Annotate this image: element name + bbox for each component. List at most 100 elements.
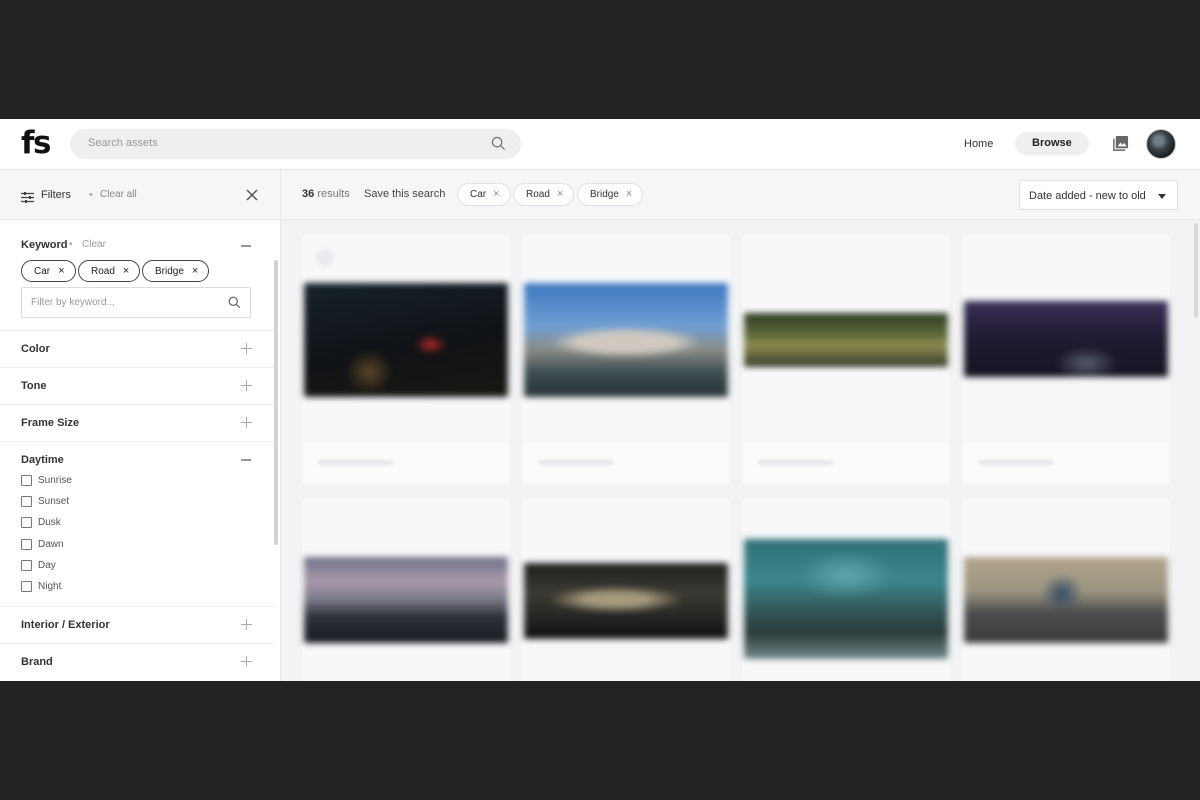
results-grid <box>281 221 1194 681</box>
checkbox-label[interactable]: Dusk <box>38 517 61 528</box>
asset-card[interactable] <box>962 499 1170 681</box>
checkbox-night[interactable] <box>21 581 32 592</box>
checkbox-dawn[interactable] <box>21 539 32 550</box>
asset-card[interactable] <box>742 499 950 681</box>
asset-thumbnail <box>304 283 508 397</box>
asset-meta <box>744 443 948 481</box>
sort-dropdown[interactable]: Date added - new to old <box>1019 180 1178 210</box>
asset-card[interactable] <box>522 235 730 485</box>
section-label: Interior / Exterior <box>21 619 110 631</box>
separator-dot: • <box>69 239 73 250</box>
section-label: Daytime <box>21 454 64 466</box>
asset-thumbnail <box>304 557 508 643</box>
top-bar: fs Search assets Home Browse <box>0 119 1200 170</box>
asset-caption <box>538 460 613 465</box>
chip-label: Road <box>91 266 115 277</box>
filter-section-tone[interactable]: Tone <box>0 367 274 404</box>
active-filter-chip[interactable]: Bridge × <box>577 183 644 206</box>
expand-icon[interactable] <box>241 619 252 630</box>
keyword-filter-placeholder: Filter by keyword... <box>31 297 115 308</box>
keyword-chip[interactable]: Bridge × <box>142 260 210 282</box>
close-icon[interactable] <box>246 188 258 206</box>
image-library-icon[interactable] <box>1112 135 1129 157</box>
search-placeholder: Search assets <box>88 137 158 149</box>
keyword-clear-button[interactable]: Clear <box>82 239 106 250</box>
filter-section-daytime: Daytime Sunrise Sunset Dusk Dawn Day Nig… <box>0 441 274 606</box>
clear-all-button[interactable]: Clear all <box>100 189 137 200</box>
app-window: fs Search assets Home Browse Filters • C… <box>0 119 1200 681</box>
filter-section-color[interactable]: Color <box>0 330 274 367</box>
checkbox-sunset[interactable] <box>21 496 32 507</box>
sort-value: Date added - new to old <box>1029 190 1146 202</box>
logo[interactable]: fs <box>21 125 51 161</box>
asset-meta <box>964 443 1168 481</box>
section-label: Color <box>21 343 50 355</box>
expand-icon[interactable] <box>241 343 252 354</box>
nav-home[interactable]: Home <box>955 133 1002 155</box>
keyword-chip[interactable]: Car × <box>21 260 76 282</box>
chip-label: Bridge <box>590 189 619 200</box>
checkbox-label[interactable]: Day <box>38 560 56 571</box>
checkbox-dusk[interactable] <box>21 517 32 528</box>
remove-chip-icon[interactable]: × <box>557 188 563 200</box>
checkbox-label[interactable]: Sunrise <box>38 475 72 486</box>
checkbox-label[interactable]: Sunset <box>38 496 69 507</box>
collapse-keyword-icon[interactable] <box>241 245 251 247</box>
remove-chip-icon[interactable]: × <box>123 265 129 277</box>
search-bar[interactable]: Search assets <box>70 129 521 159</box>
asset-thumbnail <box>964 301 1168 377</box>
keyword-title: Keyword <box>21 239 68 251</box>
results-number: 36 <box>302 188 315 200</box>
remove-chip-icon[interactable]: × <box>626 188 632 200</box>
remove-chip-icon[interactable]: × <box>58 265 64 277</box>
search-icon <box>228 296 241 314</box>
asset-card[interactable] <box>522 499 730 681</box>
keyword-filter-input[interactable]: Filter by keyword... <box>21 287 251 318</box>
asset-card[interactable] <box>302 499 510 681</box>
asset-caption <box>758 460 833 465</box>
asset-card[interactable] <box>302 235 510 485</box>
section-label: Tone <box>21 380 47 392</box>
asset-meta <box>304 443 508 481</box>
search-icon[interactable] <box>491 136 506 156</box>
checkbox-day[interactable] <box>21 560 32 571</box>
active-filter-chip[interactable]: Road × <box>513 183 575 206</box>
avatar[interactable] <box>1146 129 1176 159</box>
remove-chip-icon[interactable]: × <box>192 265 198 277</box>
asset-caption <box>318 460 393 465</box>
expand-icon[interactable] <box>241 380 252 391</box>
asset-thumbnail <box>964 557 1168 643</box>
section-label: Frame Size <box>21 417 80 429</box>
asset-meta <box>524 443 728 481</box>
save-search-button[interactable]: Save this search <box>364 188 445 200</box>
asset-thumbnail <box>744 313 948 367</box>
checkbox-label[interactable]: Dawn <box>38 539 64 550</box>
filters-sidebar: Filters • Clear all Keyword • Clear Car ×… <box>0 170 281 681</box>
section-label: Brand <box>21 656 53 668</box>
asset-card[interactable] <box>742 235 950 485</box>
chip-label: Car <box>470 189 487 200</box>
asset-card[interactable] <box>962 235 1170 485</box>
keyword-chip[interactable]: Road × <box>78 260 141 282</box>
results-label: results <box>317 188 350 200</box>
asset-thumbnail <box>524 563 728 639</box>
checkbox-sunrise[interactable] <box>21 475 32 486</box>
filter-section-brand[interactable]: Brand <box>0 643 274 681</box>
results-scrollbar[interactable] <box>1194 223 1198 318</box>
nav-browse[interactable]: Browse <box>1015 132 1089 155</box>
checkbox-label[interactable]: Night <box>38 581 61 592</box>
sidebar-scrollbar[interactable] <box>274 260 278 545</box>
select-circle-icon[interactable] <box>316 249 334 267</box>
expand-icon[interactable] <box>241 656 252 667</box>
filter-section-interior-exterior[interactable]: Interior / Exterior <box>0 606 274 643</box>
filters-header: Filters • Clear all <box>0 170 280 220</box>
filter-section-frame-size[interactable]: Frame Size <box>0 404 274 441</box>
sliders-icon <box>21 190 34 208</box>
results-count: 36 results <box>302 188 350 200</box>
expand-icon[interactable] <box>241 417 252 428</box>
active-filter-chip[interactable]: Car × <box>457 183 511 206</box>
collapse-icon[interactable] <box>241 459 251 461</box>
chip-label: Bridge <box>155 266 184 277</box>
filters-title: Filters <box>41 189 71 201</box>
remove-chip-icon[interactable]: × <box>493 188 499 200</box>
